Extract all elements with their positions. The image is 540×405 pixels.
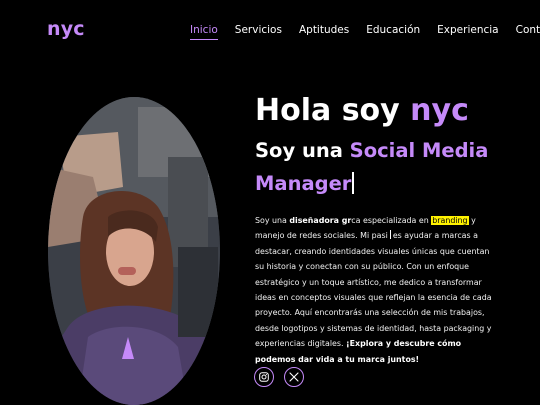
site-logo[interactable]: nyc	[47, 18, 85, 40]
hero-section: Hola soy nyc Soy una Social Media Manage…	[255, 92, 495, 200]
top-navbar: nyc Inicio Servicios Aptitudes Educación…	[0, 0, 540, 62]
x-icon	[289, 372, 299, 382]
instagram-icon	[259, 372, 269, 382]
x-button[interactable]	[284, 367, 304, 387]
nav-item-inicio[interactable]: Inicio	[190, 24, 218, 40]
nav-item-aptitudes[interactable]: Aptitudes	[299, 24, 349, 40]
role-highlight-1: Social Media	[349, 139, 489, 162]
bio-bold-1: diseñadora gr	[289, 216, 352, 225]
typing-cursor	[352, 172, 354, 194]
hero-role: Soy una Social Media Manager	[255, 134, 495, 200]
bio-highlight-branding: branding	[431, 216, 469, 225]
profile-photo-illustration	[48, 97, 220, 405]
nav-item-experiencia[interactable]: Experiencia	[437, 24, 498, 40]
nav-item-contacto[interactable]: Contácto	[516, 24, 540, 40]
bio-text-4: es ayudar a marcas a destacar, creando i…	[255, 231, 492, 349]
role-highlight-2: Manager	[255, 172, 352, 195]
role-prefix: Soy una	[255, 139, 350, 162]
bio-text-2: ca especializada en	[351, 216, 432, 225]
hero-bio: Soy una diseñadora grca especializada en…	[255, 213, 492, 367]
nav-menu: Inicio Servicios Aptitudes Educación Exp…	[190, 24, 540, 40]
profile-photo	[48, 97, 220, 405]
nav-item-servicios[interactable]: Servicios	[235, 24, 282, 40]
greeting-prefix: Hola soy	[255, 93, 411, 128]
greeting-name: nyc	[410, 93, 469, 128]
text-cursor	[389, 230, 391, 240]
bio-text-1: Soy una	[255, 216, 290, 225]
instagram-button[interactable]	[254, 367, 274, 387]
social-links	[254, 367, 304, 387]
nav-item-educacion[interactable]: Educación	[366, 24, 420, 40]
hero-greeting: Hola soy nyc	[255, 92, 495, 130]
